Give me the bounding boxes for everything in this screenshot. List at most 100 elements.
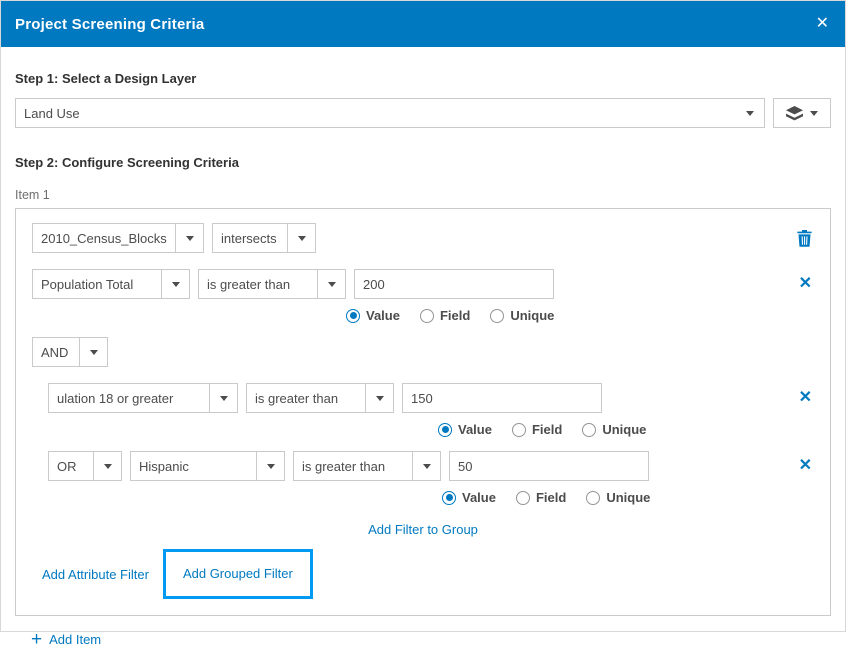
radio-unselected-icon[interactable]: [512, 423, 526, 437]
group-operator-select-value: AND: [33, 345, 79, 360]
add-item-label: Add Item: [49, 632, 101, 647]
chevron-down-icon[interactable]: [412, 452, 440, 480]
delete-item-button[interactable]: [795, 228, 814, 249]
close-icon: ✕: [799, 458, 812, 474]
add-item-button[interactable]: + Add Item: [31, 630, 831, 649]
filter3-radio-value[interactable]: Value: [442, 490, 496, 505]
filter-actions-row: Add Attribute Filter Add Grouped Filter: [32, 549, 814, 599]
radio-unselected-icon[interactable]: [420, 309, 434, 323]
design-layer-row: Land Use: [15, 98, 831, 128]
filter3-field-select-value: Hispanic: [131, 459, 256, 474]
chevron-down-icon[interactable]: [209, 384, 237, 412]
dialog-body: Step 1: Select a Design Layer Land Use S…: [1, 71, 845, 649]
add-filter-to-group-row: Add Filter to Group: [32, 521, 814, 539]
filter1-radio-value[interactable]: Value: [346, 308, 400, 323]
filter2-field-select[interactable]: ulation 18 or greater: [48, 383, 238, 413]
radio-selected-icon[interactable]: [442, 491, 456, 505]
chevron-down-icon[interactable]: [736, 99, 764, 127]
filter1-operator-select-value: is greater than: [199, 277, 317, 292]
layer-options-button[interactable]: [773, 98, 831, 128]
attribute-filter-row-3: OR Hispanic is greater than ✕: [48, 451, 814, 481]
spatial-operator-select[interactable]: intersects: [212, 223, 316, 253]
target-layer-select-value: 2010_Census_Blocks: [33, 231, 175, 246]
filter2-radio-value[interactable]: Value: [438, 422, 492, 437]
chevron-down-icon[interactable]: [317, 270, 345, 298]
attribute-filter-row-2: ulation 18 or greater is greater than ✕: [48, 383, 814, 413]
close-icon[interactable]: ✕: [816, 16, 829, 32]
filter3-radio-unique[interactable]: Unique: [586, 490, 650, 505]
chevron-down-icon[interactable]: [175, 224, 203, 252]
filter3-logic-select[interactable]: OR: [48, 451, 122, 481]
radio-unique-label: Unique: [602, 422, 646, 437]
radio-unselected-icon[interactable]: [516, 491, 530, 505]
filter3-value-input[interactable]: [449, 451, 649, 481]
remove-filter3-button[interactable]: ✕: [797, 456, 814, 476]
filter1-radio-field[interactable]: Field: [420, 308, 470, 323]
filter1-field-select-value: Population Total: [33, 277, 161, 292]
target-layer-select[interactable]: 2010_Census_Blocks: [32, 223, 204, 253]
filter3-operator-select[interactable]: is greater than: [293, 451, 441, 481]
filter2-radio-field[interactable]: Field: [512, 422, 562, 437]
filter1-radio-unique[interactable]: Unique: [490, 308, 554, 323]
step1-heading: Step 1: Select a Design Layer: [15, 71, 831, 86]
dialog-title: Project Screening Criteria: [15, 16, 204, 33]
chevron-down-icon[interactable]: [256, 452, 284, 480]
remove-filter1-button[interactable]: ✕: [797, 274, 814, 294]
close-icon: ✕: [799, 276, 812, 292]
radio-unselected-icon[interactable]: [490, 309, 504, 323]
filter1-value-input[interactable]: [354, 269, 554, 299]
trash-icon: [797, 230, 812, 247]
filter3-field-select[interactable]: Hispanic: [130, 451, 285, 481]
radio-unique-label: Unique: [606, 490, 650, 505]
radio-field-label: Field: [532, 422, 562, 437]
filter3-logic-select-value: OR: [49, 459, 93, 474]
chevron-down-icon[interactable]: [287, 224, 315, 252]
spatial-filter-row: 2010_Census_Blocks intersects: [32, 223, 814, 253]
filter3-operator-select-value: is greater than: [294, 459, 412, 474]
step2-heading: Step 2: Configure Screening Criteria: [15, 155, 831, 170]
layers-icon: [786, 106, 803, 121]
chevron-down-icon[interactable]: [365, 384, 393, 412]
plus-icon: +: [31, 630, 42, 649]
attribute-filter-row-1: Population Total is greater than ✕: [32, 269, 814, 299]
chevron-down-icon[interactable]: [79, 338, 107, 366]
radio-unselected-icon[interactable]: [586, 491, 600, 505]
filter2-value-input[interactable]: [402, 383, 602, 413]
add-filter-to-group-link[interactable]: Add Filter to Group: [368, 522, 478, 537]
group-operator-row: AND: [32, 337, 814, 367]
design-layer-select-value: Land Use: [16, 106, 736, 121]
remove-filter2-button[interactable]: ✕: [797, 388, 814, 408]
item1-box: 2010_Census_Blocks intersects Population…: [15, 208, 831, 616]
radio-value-label: Value: [366, 308, 400, 323]
filter2-mode-radio-group: Value Field Unique: [438, 422, 814, 437]
chevron-down-icon[interactable]: [810, 111, 818, 116]
radio-field-label: Field: [536, 490, 566, 505]
add-grouped-filter-highlight: Add Grouped Filter: [163, 549, 313, 599]
radio-unselected-icon[interactable]: [582, 423, 596, 437]
radio-unique-label: Unique: [510, 308, 554, 323]
chevron-down-icon[interactable]: [93, 452, 121, 480]
filter1-mode-radio-group: Value Field Unique: [346, 308, 814, 323]
filter3-radio-field[interactable]: Field: [516, 490, 566, 505]
radio-value-label: Value: [462, 490, 496, 505]
filter3-mode-radio-group: Value Field Unique: [442, 490, 814, 505]
design-layer-select[interactable]: Land Use: [15, 98, 765, 128]
filter1-field-select[interactable]: Population Total: [32, 269, 190, 299]
radio-selected-icon[interactable]: [438, 423, 452, 437]
filter2-radio-unique[interactable]: Unique: [582, 422, 646, 437]
item1-label: Item 1: [15, 188, 831, 202]
filter1-operator-select[interactable]: is greater than: [198, 269, 346, 299]
spatial-operator-select-value: intersects: [213, 231, 287, 246]
dialog-header: Project Screening Criteria ✕: [1, 1, 845, 47]
radio-value-label: Value: [458, 422, 492, 437]
radio-selected-icon[interactable]: [346, 309, 360, 323]
add-attribute-filter-link[interactable]: Add Attribute Filter: [42, 567, 149, 582]
group-operator-select[interactable]: AND: [32, 337, 108, 367]
filter2-operator-select[interactable]: is greater than: [246, 383, 394, 413]
filter2-field-select-value: ulation 18 or greater: [49, 391, 209, 406]
chevron-down-icon[interactable]: [161, 270, 189, 298]
close-icon: ✕: [799, 390, 812, 406]
radio-field-label: Field: [440, 308, 470, 323]
add-grouped-filter-link[interactable]: Add Grouped Filter: [183, 566, 293, 581]
filter2-operator-select-value: is greater than: [247, 391, 365, 406]
